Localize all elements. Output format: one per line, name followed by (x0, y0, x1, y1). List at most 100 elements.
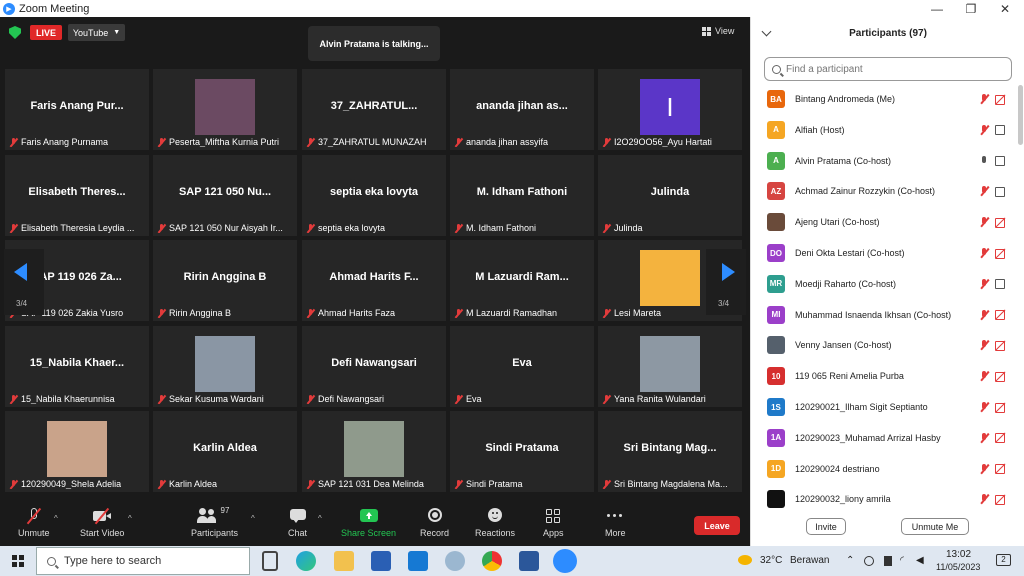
video-tile[interactable]: Eva Eva (450, 326, 594, 407)
mic-muted-icon (979, 309, 989, 320)
video-tile[interactable]: Sindi Pratama Sindi Pratama (450, 411, 594, 492)
weather-temperature[interactable]: 32°C (760, 555, 782, 566)
tile-label-text: Ahmad Harits Faza (318, 308, 396, 318)
video-tile[interactable]: septia eka lovyta septia eka lovyta (302, 155, 446, 236)
video-tile[interactable]: Elisabeth Theres... Elisabeth Theresia Le… (5, 155, 149, 236)
video-tile[interactable]: Peserta_Miftha Kurnia Putri (153, 69, 297, 150)
invite-button[interactable]: Invite (806, 518, 846, 535)
participant-row[interactable]: 120290032_liony amrila (751, 484, 1017, 514)
participant-row[interactable]: DO Deni Okta Lestari (Co-host) (751, 238, 1017, 268)
security-shield-icon[interactable] (9, 26, 21, 39)
participant-row[interactable]: MI Muhammad Isnaenda Ikhsan (Co-host) (751, 300, 1017, 330)
participant-row[interactable]: BA Bintang Andromeda (Me) (751, 84, 1017, 114)
chat-caret-icon[interactable]: ^ (318, 514, 322, 523)
task-view-icon[interactable] (262, 551, 278, 571)
audio-options-caret-icon[interactable]: ^ (54, 514, 58, 523)
tile-name-label: Lesi Mareta (602, 308, 661, 318)
participant-row[interactable]: AZ Achmad Zainur Rozzykin (Co-host) (751, 176, 1017, 206)
window-title: Zoom Meeting (19, 2, 90, 15)
participant-row[interactable]: Ajeng Utari (Co-host) (751, 207, 1017, 237)
taskbar-search-placeholder: Type here to search (64, 555, 162, 567)
more-button[interactable]: More (605, 508, 626, 538)
video-tile[interactable]: Sekar Kusuma Wardani (153, 326, 297, 407)
live-badge[interactable]: LIVE (30, 25, 62, 40)
video-tile[interactable]: M Lazuardi Ram... M Lazuardi Ramadhan (450, 240, 594, 321)
video-tile[interactable]: Sri Bintang Mag... Sri Bintang Magdalena … (598, 411, 742, 492)
share-screen-label: Share Screen (341, 528, 397, 538)
participant-list-scrollbar[interactable] (1018, 85, 1023, 145)
unmute-button[interactable]: Unmute (18, 507, 50, 538)
volume-icon[interactable]: ◀ (916, 555, 924, 566)
video-tile[interactable]: Faris Anang Pur... Faris Anang Purnama (5, 69, 149, 150)
participant-row[interactable]: 10 119 065 Reni Amelia Purba (751, 361, 1017, 391)
participant-search-input[interactable] (786, 63, 986, 75)
video-tile[interactable]: Ahmad Harits F... Ahmad Harits Faza (302, 240, 446, 321)
video-tile[interactable]: SAP 121 050 Nu... SAP 121 050 Nur Aisyah … (153, 155, 297, 236)
video-tile[interactable]: Yana Ranita Wulandari (598, 326, 742, 407)
next-page-button[interactable]: 3/4 (706, 249, 746, 315)
chat-button[interactable]: Chat (288, 508, 307, 538)
video-options-caret-icon[interactable]: ^ (128, 514, 132, 523)
video-tile[interactable]: Ririn Anggina B Ririn Anggina B (153, 240, 297, 321)
word-icon[interactable] (519, 551, 539, 571)
participant-row[interactable]: 1A 120290023_Muhamad Arrizal Hasby (751, 423, 1017, 453)
participant-row[interactable]: 1D 120290024 destriano (751, 454, 1017, 484)
camera-off-icon (995, 248, 1007, 259)
store-icon[interactable] (371, 551, 391, 571)
video-tile[interactable]: ananda jihan as... ananda jihan assyifa (450, 69, 594, 150)
unmute-me-button[interactable]: Unmute Me (901, 518, 969, 535)
video-tile[interactable]: Julinda Julinda (598, 155, 742, 236)
mail-icon[interactable] (408, 551, 428, 571)
participants-caret-icon[interactable]: ^ (251, 514, 255, 523)
apps-button[interactable]: Apps (543, 508, 564, 538)
participant-row[interactable]: MR Moedji Raharto (Co-host) (751, 269, 1017, 299)
wifi-icon[interactable]: ◜ (900, 555, 904, 566)
taskbar-search-box[interactable]: Type here to search (36, 547, 250, 575)
edge-browser-icon[interactable] (296, 551, 316, 571)
clock-time[interactable]: 13:02 (946, 549, 971, 560)
video-tile[interactable]: SAP 121 031 Dea Melinda (302, 411, 446, 492)
windows-start-icon[interactable] (12, 555, 24, 567)
tile-label-text: Elisabeth Theresia Leydia ... (21, 223, 135, 233)
tile-label-text: Yana Ranita Wulandari (614, 394, 706, 404)
view-button[interactable]: View (702, 26, 734, 36)
mic-on-icon (979, 155, 989, 166)
notification-center-icon[interactable]: 2 (996, 554, 1011, 566)
zoom-taskbar-icon[interactable] (553, 549, 577, 573)
app-icon[interactable] (445, 551, 465, 571)
clock-date[interactable]: 11/05/2023 (936, 562, 980, 572)
reactions-button[interactable]: Reactions (475, 508, 515, 538)
prev-page-button[interactable]: 3/4 (4, 249, 44, 315)
collapse-panel-icon[interactable] (761, 26, 772, 37)
start-video-button[interactable]: Start Video (80, 507, 124, 538)
chrome-icon[interactable] (482, 551, 502, 571)
minimize-button[interactable]: — (920, 0, 954, 17)
maximize-button[interactable]: ❐ (954, 0, 988, 17)
participant-row[interactable]: 1S 120290021_Ilham Sigit Septianto (751, 392, 1017, 422)
video-tile[interactable]: 37_ZAHRATUL... 37_ZAHRATUL MUNAZAH (302, 69, 446, 150)
onedrive-icon[interactable] (864, 556, 874, 566)
participants-button[interactable]: 97 Participants (191, 506, 238, 538)
share-screen-button[interactable]: Share Screen (341, 508, 396, 538)
participant-row[interactable]: Venny Jansen (Co-host) (751, 330, 1017, 360)
tray-overflow-icon[interactable]: ⌃ (846, 555, 854, 566)
battery-icon[interactable] (884, 556, 892, 566)
video-tile[interactable]: 15_Nabila Khaer... 15_Nabila Khaerunnisa (5, 326, 149, 407)
video-tile[interactable]: I I2O29OO56_Ayu Hartati (598, 69, 742, 150)
participant-row[interactable]: A Alfiah (Host) (751, 115, 1017, 145)
file-explorer-icon[interactable] (334, 551, 354, 571)
participant-search-box[interactable] (764, 57, 1012, 81)
tile-profile-photo (195, 336, 255, 392)
camera-off-icon (995, 402, 1007, 413)
video-tile[interactable]: Karlin Aldea Karlin Aldea (153, 411, 297, 492)
close-window-button[interactable]: ✕ (988, 0, 1022, 17)
tile-display-name: M. Idham Fathoni (476, 186, 568, 198)
weather-condition[interactable]: Berawan (790, 555, 829, 566)
video-tile[interactable]: M. Idham Fathoni M. Idham Fathoni (450, 155, 594, 236)
video-tile[interactable]: Defi Nawangsari Defi Nawangsari (302, 326, 446, 407)
stream-target-dropdown[interactable]: YouTube ▼ (68, 24, 125, 41)
participant-row[interactable]: A Alvin Pratama (Co-host) (751, 146, 1017, 176)
leave-button[interactable]: Leave (694, 516, 740, 535)
record-button[interactable]: Record (420, 508, 449, 538)
video-tile[interactable]: 120290049_Shela Adelia (5, 411, 149, 492)
